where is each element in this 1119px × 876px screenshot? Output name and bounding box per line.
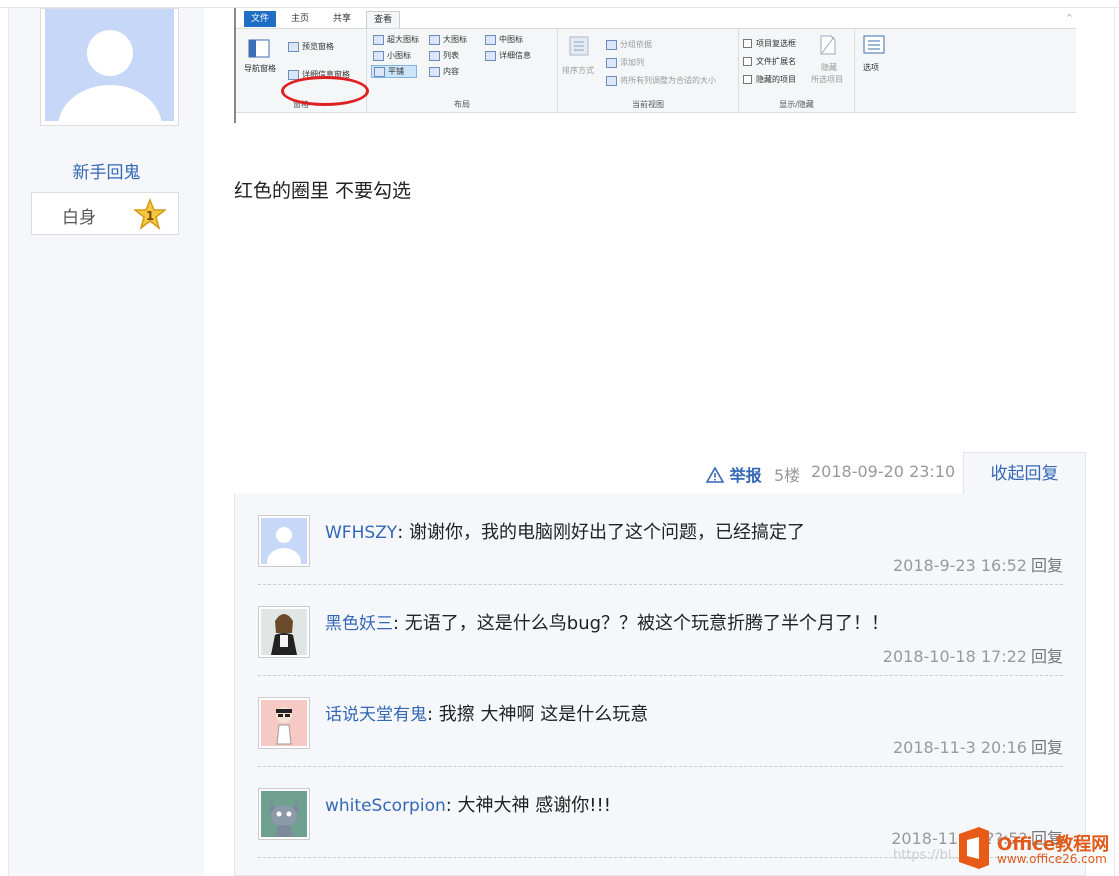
hidden-items-option: 隐藏的项目: [743, 74, 796, 85]
hide-selected-label-2: 所选项目: [811, 75, 843, 84]
sort-icon: [568, 35, 590, 59]
tab-file: 文件: [244, 11, 277, 27]
reply-button[interactable]: 回复: [1031, 556, 1063, 575]
author-name[interactable]: 新手回鬼: [9, 158, 204, 183]
hide-selected-icon: [819, 34, 837, 58]
cartoon-avatar: [261, 700, 307, 746]
address-bar: [236, 112, 1076, 123]
layout-item: 详细信息: [485, 50, 531, 61]
nav-pane-icon: [248, 39, 270, 61]
default-avatar-icon: [261, 518, 307, 576]
warning-icon: [705, 466, 730, 485]
sort-label: 排序方式: [562, 66, 594, 75]
ribbon-body: 导航窗格 预览窗格 详细信息窗格 窗格 超大图标 大图标 中图标 小图标 列表 …: [236, 28, 1076, 112]
layout-item: 内容: [429, 66, 459, 77]
layout-item: 超大图标: [373, 34, 419, 45]
layout-item-selected: 平铺: [371, 65, 417, 78]
reply-line: WFHSZY: 谢谢你，我的电脑刚好出了这个问题，已经搞定了: [325, 522, 805, 543]
reply-list: WFHSZY: 谢谢你，我的电脑刚好出了这个问题，已经搞定了 2018-9-23…: [234, 494, 1086, 876]
reply-text: 我擦 大神啊 这是什么玩意: [438, 704, 649, 725]
reply-author[interactable]: 黑色妖三: [325, 614, 393, 634]
right-margin: [1114, 8, 1119, 876]
watermark-logo: Office教程网 www.office26.com: [955, 826, 1115, 872]
layout-item: 列表: [429, 50, 459, 61]
watermark-url: https://bl...: [893, 848, 964, 863]
rank-label: 白身: [62, 208, 96, 228]
fit-columns-label: 将所有列调整为合适的大小: [606, 75, 716, 86]
chevron-up-icon: ^: [1066, 13, 1073, 22]
post-time: 2018-09-20 23:10: [811, 462, 956, 481]
tab-view: 查看: [366, 11, 401, 28]
tab-home: 主页: [291, 14, 310, 24]
highlight-circle: [281, 76, 369, 106]
reply-time: 2018-11-3 20:16: [892, 738, 1027, 757]
reply-text: 大神大神 感谢你!!!: [457, 795, 611, 816]
reply-line: 黑色妖三: 无语了，这是什么鸟bug？？被这个玩意折腾了半个月了！！: [325, 613, 890, 634]
left-margin: [0, 8, 9, 876]
author-sidebar: 新手回鬼 白身 1: [9, 8, 204, 876]
layout-item: 小图标: [373, 50, 411, 61]
reply-line: 话说天堂有鬼: 我擦 大神啊 这是什么玩意: [325, 704, 649, 725]
ribbon-tabs: 文件 主页 共享 查看 ^: [236, 8, 1076, 28]
options-icon: [863, 35, 885, 57]
watermark-site: www.office26.com: [997, 852, 1107, 866]
post-content: 红色的圈里 不要勾选: [234, 180, 412, 202]
reply-text: 无语了，这是什么鸟bug？？被这个玩意折腾了半个月了！！: [404, 613, 890, 634]
reply-time: 2018-9-23 16:52: [892, 556, 1027, 575]
current-view-group: 排序方式 分组依据 添加列 将所有列调整为合适的大小 当前视图: [558, 29, 739, 112]
hide-selected-label: 隐藏: [821, 63, 837, 72]
author-avatar[interactable]: [40, 8, 179, 126]
reply-button[interactable]: 回复: [1031, 738, 1063, 757]
options-label: 选项: [863, 63, 879, 72]
report-label: 举报: [729, 466, 762, 485]
reply-avatar[interactable]: [258, 697, 310, 749]
svg-text:1: 1: [146, 209, 154, 223]
default-avatar-icon: [45, 9, 174, 121]
current-view-group-label: 当前视图: [632, 100, 664, 109]
user-photo-avatar: [261, 609, 307, 655]
layout-group: 超大图标 大图标 中图标 小图标 列表 详细信息 平铺 内容 布局: [367, 29, 558, 112]
reply-time: 2018-10-18 17:22: [882, 647, 1027, 666]
floor-number: 5楼: [774, 466, 801, 485]
reply-meta: 2018-9-23 16:52 回复: [893, 552, 1063, 576]
reply-meta: 2018-10-18 17:22 回复: [883, 643, 1063, 667]
reply-author[interactable]: whiteScorpion: [325, 796, 446, 816]
nav-pane-label: 导航窗格: [244, 64, 276, 73]
top-border: [0, 0, 1119, 8]
cat-cartoon-avatar: [261, 791, 307, 837]
reply-item: 话说天堂有鬼: 我擦 大神啊 这是什么玩意 2018-11-3 20:16 回复: [258, 676, 1063, 767]
post-actions: 举报 5楼 2018-09-20 23:10 收起回复: [234, 452, 1086, 494]
star-icon: 1: [132, 197, 168, 230]
reply-line: whiteScorpion: 大神大神 感谢你!!!: [325, 795, 611, 816]
reply-text: 谢谢你，我的电脑刚好出了这个问题，已经搞定了: [409, 522, 805, 543]
file-ext-option: 文件扩展名: [743, 56, 796, 67]
tab-share: 共享: [333, 14, 352, 24]
reply-button[interactable]: 回复: [1031, 647, 1063, 666]
item-checkbox-option: 项目复选框: [743, 38, 796, 49]
reply-author[interactable]: WFHSZY: [325, 523, 397, 543]
report-link[interactable]: 举报: [705, 462, 762, 486]
reply-avatar[interactable]: [258, 788, 310, 840]
collapse-replies-button[interactable]: 收起回复: [963, 452, 1086, 494]
options-group: 选项: [855, 29, 895, 112]
rank-badge: 白身 1: [31, 192, 179, 235]
show-hide-group: 项目复选框 文件扩展名 隐藏的项目 隐藏 所选项目 显示/隐藏: [739, 29, 855, 112]
reply-meta: 2018-11-3 20:16 回复: [893, 734, 1063, 758]
reply-item: 黑色妖三: 无语了，这是什么鸟bug？？被这个玩意折腾了半个月了！！ 2018-…: [258, 585, 1063, 676]
reply-author[interactable]: 话说天堂有鬼: [325, 705, 427, 725]
layout-group-label: 布局: [454, 100, 470, 109]
group-by-label: 分组依据: [606, 39, 652, 50]
reply-avatar[interactable]: [258, 606, 310, 658]
layout-item: 中图标: [485, 34, 523, 45]
reply-item: whiteScorpion: 大神大神 感谢你!!! 2018-11-?? ??…: [258, 767, 1063, 858]
preview-pane-label: 预览窗格: [288, 41, 334, 52]
reply-item: WFHSZY: 谢谢你，我的电脑刚好出了这个问题，已经搞定了 2018-9-23…: [258, 494, 1063, 585]
explorer-ribbon-image: 文件 主页 共享 查看 ^ 导航窗格 预览窗格 详细信息窗格 窗格 超大图标 大…: [234, 8, 1076, 123]
add-column-label: 添加列: [606, 57, 644, 68]
show-hide-group-label: 显示/隐藏: [779, 100, 814, 109]
reply-avatar[interactable]: [258, 515, 310, 576]
layout-item: 大图标: [429, 34, 467, 45]
